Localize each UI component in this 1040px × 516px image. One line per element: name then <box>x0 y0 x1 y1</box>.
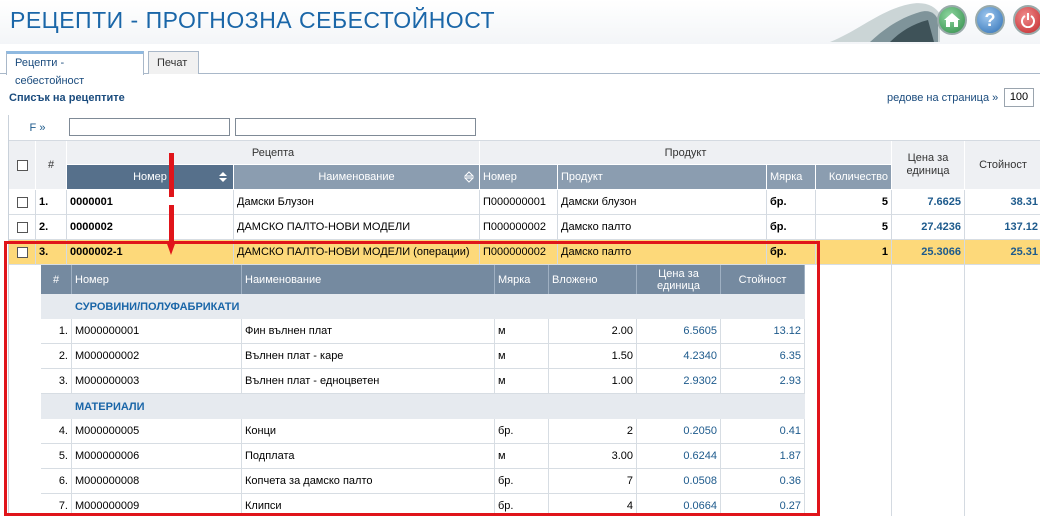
row-qty: 1 <box>881 246 888 258</box>
row-name: Дамски Блузон <box>237 196 314 208</box>
col-value[interactable]: Стойност <box>965 141 1040 189</box>
list-title: Списък на рецептите <box>9 92 125 104</box>
filter-name-input[interactable] <box>235 118 476 136</box>
tab-recipes-cost[interactable]: Рецепти - себестойност <box>6 51 144 87</box>
row-index: 2. <box>39 221 49 233</box>
help-icon: ? <box>984 9 996 30</box>
tab-bar: Рецепти - себестойност Печат <box>0 51 1040 87</box>
sort-icon <box>219 172 227 182</box>
col-unit-price[interactable]: Цена за единица <box>892 141 964 189</box>
row-unit: бр. <box>770 196 787 208</box>
col-qty[interactable]: Количество <box>816 165 891 189</box>
filter-toggle[interactable]: F » <box>9 115 66 141</box>
row-checkbox-cell <box>9 215 35 239</box>
row-name: ДАМСКО ПАЛТО-НОВИ МОДЕЛИ <box>237 221 411 233</box>
header-bar: РЕЦЕПТИ - ПРОГНОЗНА СЕБЕСТОЙНОСТ ? <box>0 0 1040 44</box>
rows-per-page-label[interactable]: редове на страница » <box>887 92 998 104</box>
app-window: РЕЦЕПТИ - ПРОГНОЗНА СЕБЕСТОЙНОСТ ? Рецеп… <box>0 0 1040 516</box>
group-product: Продукт <box>480 141 891 164</box>
row-unit-price: 25.3066 <box>921 246 961 258</box>
row-unit-price: 27.4236 <box>921 221 961 233</box>
row-number: 0000001 <box>70 196 113 208</box>
row-product: Дамско палто <box>561 221 632 233</box>
annotation-arrow-icon <box>166 153 176 255</box>
row-qty: 5 <box>881 221 888 233</box>
col-number[interactable]: Номер <box>67 165 233 189</box>
row-qty: 5 <box>881 196 888 208</box>
row-prod-number: П000000001 <box>483 196 546 208</box>
group-recipe: Рецепта <box>67 141 479 164</box>
row-unit-price: 7.6625 <box>927 196 961 208</box>
app-title: РЕЦЕПТИ - ПРОГНОЗНА СЕБЕСТОЙНОСТ <box>10 7 496 33</box>
row-value: 137.12 <box>1004 221 1038 233</box>
table-row[interactable]: 1. 0000001 Дамски Блузон П000000001 Дамски б… <box>9 190 1040 215</box>
row-checkbox[interactable] <box>16 221 28 233</box>
power-icon <box>1021 13 1035 28</box>
bird-logo-icon <box>830 3 940 42</box>
col-prod-number[interactable]: Номер <box>480 165 557 189</box>
row-index: 1. <box>39 196 49 208</box>
rows-per-page-input[interactable]: 100 <box>1004 88 1034 107</box>
col-product[interactable]: Продукт <box>558 165 766 189</box>
row-checkbox-cell <box>9 190 35 214</box>
select-all-checkbox[interactable] <box>16 159 28 171</box>
filter-number-input[interactable] <box>69 118 230 136</box>
row-product: Дамски блузон <box>561 196 637 208</box>
tab-print[interactable]: Печат <box>148 51 199 74</box>
col-name[interactable]: Наименование <box>234 165 479 189</box>
home-button[interactable] <box>937 5 967 35</box>
help-button[interactable]: ? <box>975 5 1005 35</box>
select-all-cell <box>9 141 35 189</box>
row-number: 0000002 <box>70 221 113 233</box>
table-row[interactable]: 2. 0000002 ДАМСКО ПАЛТО-НОВИ МОДЕЛИ П000000… <box>9 215 1040 240</box>
col-unit[interactable]: Мярка <box>767 165 815 189</box>
row-checkbox[interactable] <box>16 196 28 208</box>
row-prod-number: П000000002 <box>483 221 546 233</box>
row-value: 38.31 <box>1010 196 1038 208</box>
power-button[interactable] <box>1013 5 1040 35</box>
col-hash: # <box>36 141 66 189</box>
row-value: 25.31 <box>1010 246 1038 258</box>
home-icon <box>944 13 960 27</box>
sort-icon <box>464 171 474 183</box>
annotation-highlight-box <box>4 241 820 516</box>
row-unit: бр. <box>770 221 787 233</box>
